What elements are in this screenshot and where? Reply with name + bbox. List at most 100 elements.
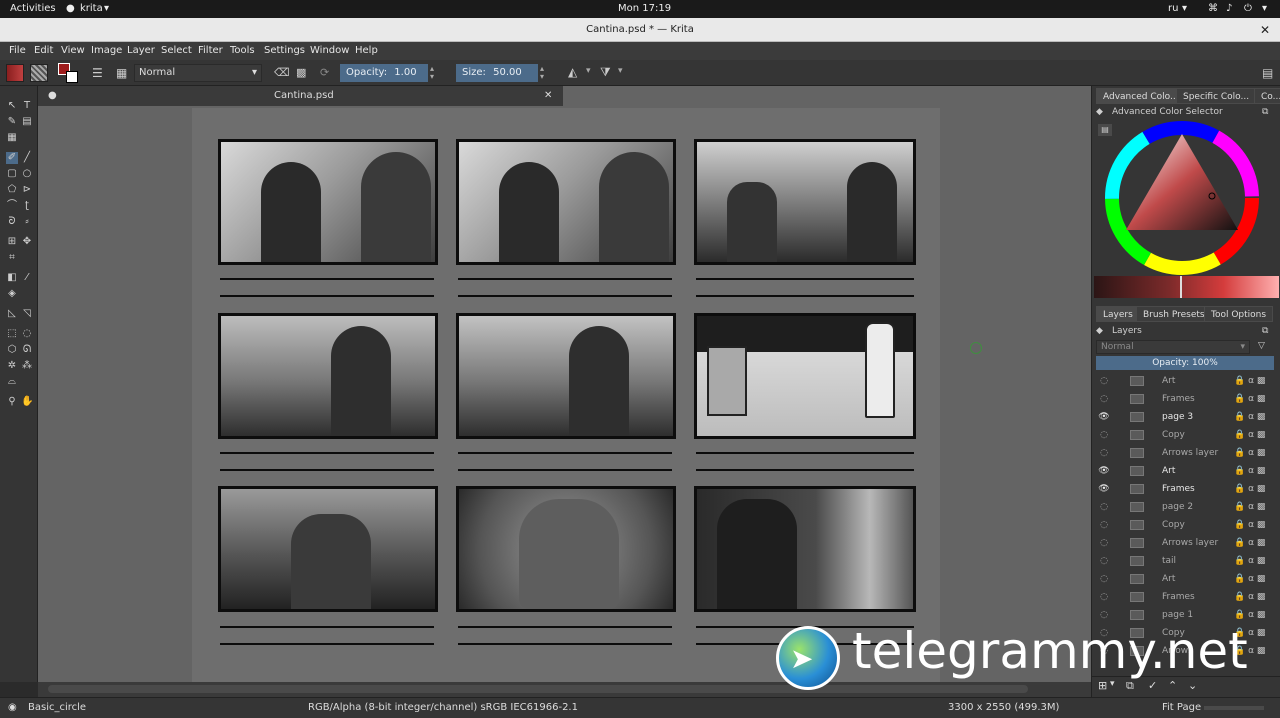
brush-preset-name[interactable]: Basic_circle xyxy=(28,702,86,713)
layer-row[interactable]: ◌ Copy 🔒 α ▩ xyxy=(1094,516,1274,534)
layer-row[interactable]: 👁 page 3 🔒 α ▩ xyxy=(1094,408,1274,426)
tab-brush-presets[interactable]: Brush Presets xyxy=(1136,306,1212,322)
layer-row[interactable]: ◌ Arrows layer 🔒 α ▩ xyxy=(1094,444,1274,462)
zoom-tool-icon[interactable]: ⚲ xyxy=(6,396,18,408)
chevron-down-icon[interactable]: ▾ xyxy=(1182,3,1187,14)
chevron-down-icon[interactable]: ▾ xyxy=(104,3,109,14)
canvas-area[interactable]: ● Cantina.psd ✕ xyxy=(38,86,1091,683)
visibility-eye-icon[interactable]: 👁 xyxy=(1098,480,1110,498)
similar-select-icon[interactable]: ⁂ xyxy=(21,360,33,372)
visibility-eye-icon[interactable]: 👁 xyxy=(1098,462,1110,480)
size-field[interactable]: Size: 50.00 px xyxy=(456,64,538,96)
layer-lock-icon[interactable]: 🔒 α ▩ xyxy=(1234,516,1265,534)
layer-lock-icon[interactable]: 🔒 α ▩ xyxy=(1234,570,1265,588)
hue-triangle-selector[interactable] xyxy=(1102,120,1270,276)
background-color[interactable] xyxy=(66,71,78,83)
visibility-eye-icon[interactable]: ◌ xyxy=(1098,552,1110,570)
edit-shapes-icon[interactable]: ✎ xyxy=(6,116,18,128)
measure-tool-icon[interactable]: ◹ xyxy=(21,308,33,320)
mirror-horizontal-icon[interactable]: ◭ xyxy=(568,65,577,79)
layer-lock-icon[interactable]: 🔒 α ▩ xyxy=(1234,498,1265,516)
document-tab[interactable]: ● Cantina.psd ✕ xyxy=(38,86,563,106)
bezier-select-icon[interactable]: ⌓ xyxy=(6,376,18,388)
size-stepper[interactable]: ▴ ▾ xyxy=(540,65,544,81)
gradient-tool-icon[interactable]: ◧ xyxy=(6,272,18,284)
dynamic-brush-icon[interactable]: ᘐ xyxy=(6,216,18,228)
power-icon[interactable]: ⏻ xyxy=(1244,3,1252,14)
collapse-icon[interactable]: ◆ xyxy=(1096,326,1103,336)
layer-row[interactable]: ◌ Frames 🔒 α ▩ xyxy=(1094,588,1274,606)
opacity-stepper[interactable]: ▴ ▾ xyxy=(430,65,434,81)
layer-lock-icon[interactable]: 🔒 α ▩ xyxy=(1234,426,1265,444)
crop-tool-icon[interactable]: ⌗ xyxy=(6,252,18,264)
assistant-tool-icon[interactable]: ◺ xyxy=(6,308,18,320)
pattern-swatch[interactable] xyxy=(30,64,48,82)
layer-lock-icon[interactable]: 🔒 α ▩ xyxy=(1234,408,1265,426)
menu-file[interactable]: File xyxy=(9,45,26,56)
layer-row[interactable]: ◌ tail 🔒 α ▩ xyxy=(1094,552,1274,570)
menu-view[interactable]: View xyxy=(61,45,85,56)
bezier-tool-icon[interactable]: ⌒ xyxy=(6,200,18,212)
fill-tool-icon[interactable]: ◈ xyxy=(6,288,18,300)
polyline-tool-icon[interactable]: ⊳ xyxy=(21,184,33,196)
visibility-eye-icon[interactable]: ◌ xyxy=(1098,570,1110,588)
freehand-select-icon[interactable]: ᘏ xyxy=(21,344,33,356)
layer-lock-icon[interactable]: 🔒 α ▩ xyxy=(1234,552,1265,570)
visibility-eye-icon[interactable]: ◌ xyxy=(1098,426,1110,444)
clock[interactable]: Mon 17:19 xyxy=(618,3,671,14)
chevron-down-icon[interactable]: ▾ xyxy=(1262,3,1267,14)
visibility-eye-icon[interactable]: ◌ xyxy=(1098,516,1110,534)
float-docker-icon[interactable]: ⧉ xyxy=(1262,326,1268,336)
layer-row[interactable]: ◌ Copy 🔒 α ▩ xyxy=(1094,426,1274,444)
brush-presets-icon[interactable]: ▦ xyxy=(116,66,127,80)
rect-select-icon[interactable]: ⬚ xyxy=(6,328,18,340)
text-tool-icon[interactable]: T xyxy=(21,100,33,112)
layer-row[interactable]: ◌ page 2 🔒 α ▩ xyxy=(1094,498,1274,516)
layer-lock-icon[interactable]: 🔒 α ▩ xyxy=(1234,588,1265,606)
app-menu-button[interactable]: krita xyxy=(80,3,103,14)
reload-preset-icon[interactable]: ⟳ xyxy=(320,66,329,79)
transform-tool-icon[interactable]: ⊞ xyxy=(6,236,18,248)
menu-image[interactable]: Image xyxy=(91,45,122,56)
layer-lock-icon[interactable]: 🔒 α ▩ xyxy=(1234,534,1265,552)
layer-lock-icon[interactable]: 🔒 α ▩ xyxy=(1234,462,1265,480)
visibility-eye-icon[interactable]: ◌ xyxy=(1098,390,1110,408)
layer-row[interactable]: 👁 Art 🔒 α ▩ xyxy=(1094,462,1274,480)
visibility-eye-icon[interactable]: ◌ xyxy=(1098,588,1110,606)
visibility-eye-icon[interactable]: 👁 xyxy=(1098,408,1110,426)
line-tool-icon[interactable]: ╱ xyxy=(21,152,33,164)
contiguous-select-icon[interactable]: ✲ xyxy=(6,360,18,372)
zoom-mode[interactable]: Fit Page xyxy=(1162,702,1201,713)
pan-tool-icon[interactable]: ✋ xyxy=(21,396,33,408)
menu-settings[interactable]: Settings xyxy=(264,45,305,56)
volume-icon[interactable]: ♪ xyxy=(1226,3,1232,14)
ellipse-tool-icon[interactable]: ○ xyxy=(21,168,33,180)
tab-tool-options[interactable]: Tool Options xyxy=(1204,306,1274,322)
close-window-icon[interactable]: ✕ xyxy=(1260,18,1270,42)
color-history-bar[interactable] xyxy=(1094,276,1279,298)
close-tab-icon[interactable]: ✕ xyxy=(544,90,552,101)
collapse-icon[interactable]: ◆ xyxy=(1096,107,1103,117)
zoom-slider[interactable] xyxy=(1204,706,1264,710)
freehand-path-icon[interactable]: ʈ xyxy=(21,200,33,212)
tab-advanced-color[interactable]: Advanced Colo... xyxy=(1096,88,1186,104)
visibility-eye-icon[interactable]: ◌ xyxy=(1098,372,1110,390)
tab-color-more[interactable]: Co... xyxy=(1254,88,1280,104)
layer-lock-icon[interactable]: 🔒 α ▩ xyxy=(1234,372,1265,390)
visibility-eye-icon[interactable]: ◌ xyxy=(1098,444,1110,462)
chevron-down-icon[interactable]: ▾ xyxy=(586,66,591,76)
layer-row[interactable]: ◌ Frames 🔒 α ▩ xyxy=(1094,390,1274,408)
layer-row[interactable]: ◌ Art 🔒 α ▩ xyxy=(1094,570,1274,588)
menu-edit[interactable]: Edit xyxy=(34,45,53,56)
pattern-edit-icon[interactable]: ▦ xyxy=(6,132,18,144)
polygon-select-icon[interactable]: ⬡ xyxy=(6,344,18,356)
menu-filter[interactable]: Filter xyxy=(198,45,223,56)
blend-mode-select[interactable]: Normal ▾ xyxy=(134,64,262,82)
tab-layers[interactable]: Layers xyxy=(1096,306,1140,322)
layer-lock-icon[interactable]: 🔒 α ▩ xyxy=(1234,480,1265,498)
layer-opacity-slider[interactable]: Opacity: 100% xyxy=(1096,356,1274,370)
language-indicator[interactable]: ru xyxy=(1168,3,1178,14)
storyboard-page[interactable] xyxy=(192,108,940,683)
preserve-alpha-icon[interactable]: ▩ xyxy=(296,66,306,79)
activities-button[interactable]: Activities xyxy=(10,3,56,14)
